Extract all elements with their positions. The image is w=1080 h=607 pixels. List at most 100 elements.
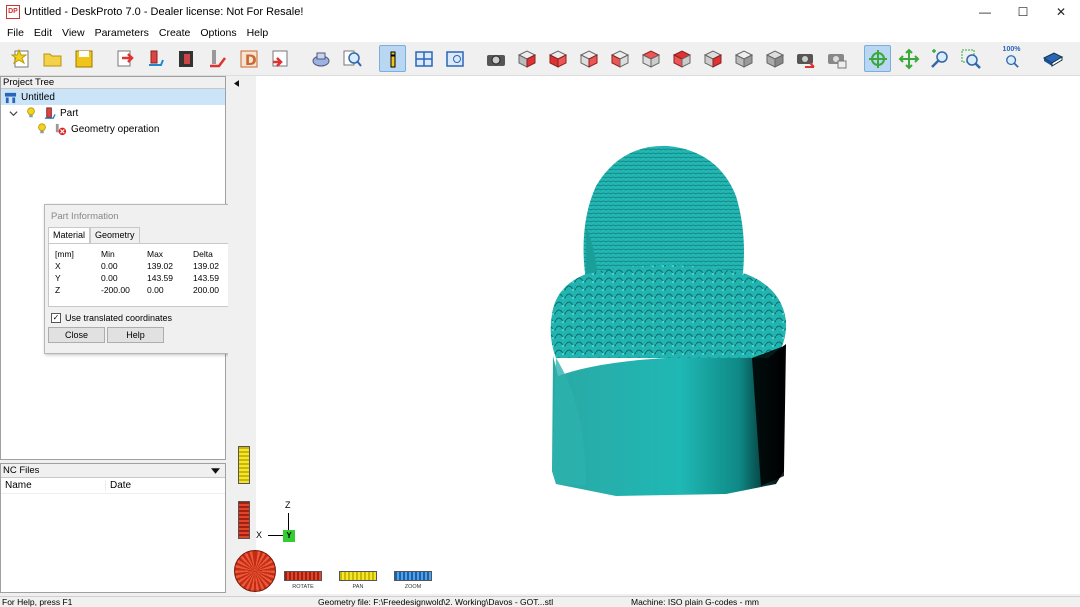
nc-files-panel: NC Files Name Date — [0, 463, 226, 593]
tab-geometry[interactable]: Geometry — [90, 227, 140, 243]
view-bottom-button[interactable] — [699, 45, 726, 72]
column-name[interactable]: Name — [1, 480, 105, 491]
app-icon[interactable]: DP — [6, 5, 20, 19]
table-cell: X — [55, 261, 61, 271]
rotate-control[interactable] — [284, 571, 322, 581]
help-dialog-button[interactable]: Help — [107, 327, 164, 343]
rotate-mode-button[interactable] — [864, 45, 891, 72]
cube-back-icon — [579, 49, 598, 68]
cube-top-icon — [672, 49, 691, 68]
3d-viewport[interactable]: Z X Y — [234, 76, 1080, 594]
table-cell: 139.02 — [147, 261, 173, 271]
model-base — [552, 344, 786, 496]
menu-file[interactable]: File — [2, 27, 29, 39]
cube-grey-icon — [734, 49, 753, 68]
translated-coordinates-option[interactable]: ✓ Use translated coordinates — [51, 313, 245, 323]
table-cell: Z — [55, 285, 61, 295]
cube-flat-icon — [765, 49, 784, 68]
restore-view-button[interactable] — [823, 45, 850, 72]
status-help: For Help, press F1 — [2, 597, 73, 607]
axis-indicator: Z X Y — [256, 500, 306, 546]
write-nc-button[interactable] — [266, 45, 293, 72]
tree-item-project-label: Untitled — [21, 91, 55, 103]
zoom-mode-button[interactable] — [926, 45, 953, 72]
view-right-button[interactable] — [637, 45, 664, 72]
view-solid-button[interactable] — [730, 45, 757, 72]
axis-x-label: X — [256, 530, 263, 540]
close-dialog-button[interactable]: Close — [48, 327, 105, 343]
collapse-arrow-icon[interactable] — [234, 80, 239, 87]
new-star-icon — [10, 48, 28, 67]
table-header: Min — [101, 249, 115, 259]
column-date[interactable]: Date — [105, 480, 131, 491]
close-button[interactable]: ✕ — [1042, 0, 1080, 24]
preview-button[interactable] — [338, 45, 365, 72]
axis-y-box: Y — [283, 530, 295, 542]
view-left-button[interactable] — [606, 45, 633, 72]
menu-parameters[interactable]: Parameters — [90, 27, 154, 39]
vertical-controls — [228, 76, 256, 594]
part-icon — [42, 106, 56, 120]
lightbulb-icon[interactable] — [35, 122, 49, 136]
zoom-window-button[interactable] — [957, 45, 984, 72]
axis-z-label: Z — [285, 500, 291, 510]
part-parameters-button[interactable] — [142, 45, 169, 72]
open-project-button[interactable] — [39, 45, 66, 72]
rotate-dial[interactable] — [234, 550, 276, 592]
save-view-button[interactable] — [792, 45, 819, 72]
view-iso-button[interactable] — [513, 45, 540, 72]
table-cell: Y — [55, 273, 61, 283]
menu-edit[interactable]: Edit — [29, 27, 57, 39]
screen-button[interactable] — [441, 45, 468, 72]
import-geometry-button[interactable] — [111, 45, 138, 72]
layout-button[interactable] — [410, 45, 437, 72]
camera-save-icon — [796, 53, 815, 68]
translated-coordinates-checkbox[interactable]: ✓ — [51, 313, 61, 323]
minimize-button[interactable]: — — [966, 0, 1004, 24]
zoom-100-button[interactable]: 100% — [998, 45, 1025, 72]
tree-item-part[interactable]: Part — [1, 105, 225, 121]
decor-button[interactable]: D — [235, 45, 262, 72]
zoom-control[interactable] — [394, 571, 432, 581]
menu-view[interactable]: View — [57, 27, 90, 39]
info-icon — [390, 51, 395, 67]
yellow-slider[interactable] — [238, 446, 250, 484]
magnifier-icon — [343, 50, 362, 67]
save-project-button[interactable] — [70, 45, 97, 72]
tree-item-project[interactable]: Untitled — [1, 89, 225, 105]
view-flat-button[interactable] — [761, 45, 788, 72]
menu-options[interactable]: Options — [195, 27, 241, 39]
operation-button[interactable] — [204, 45, 231, 72]
open-folder-icon — [43, 53, 61, 66]
model-collar — [550, 265, 787, 358]
tree-item-operation[interactable]: Geometry operation — [1, 121, 225, 137]
view-top-button[interactable] — [668, 45, 695, 72]
new-project-button[interactable] — [8, 45, 35, 72]
bitmap-button[interactable] — [173, 45, 200, 72]
menu-create[interactable]: Create — [154, 27, 196, 39]
menu-help[interactable]: Help — [242, 27, 274, 39]
simulation-button[interactable] — [307, 45, 334, 72]
camera-restore-icon — [827, 53, 846, 68]
operation-error-icon — [53, 122, 67, 136]
axis-z-line — [288, 513, 289, 531]
operation-icon — [209, 49, 226, 67]
help-book-button[interactable] — [1039, 45, 1066, 72]
cube-bottom-icon — [703, 49, 722, 68]
part-info-button[interactable] — [379, 45, 406, 72]
chevron-down-icon[interactable] — [6, 106, 20, 120]
part-icon — [148, 50, 164, 66]
camera-view-button[interactable] — [482, 45, 509, 72]
view-back-button[interactable] — [575, 45, 602, 72]
pan-control[interactable] — [339, 571, 377, 581]
maximize-button[interactable]: ☐ — [1004, 0, 1042, 24]
main-toolbar: D 100% — [0, 42, 1080, 76]
table-cell: 0.00 — [101, 261, 118, 271]
dimensions-table: [mm] Min Max Delta X 0.00 139.02 139.02 … — [48, 243, 242, 307]
pan-mode-button[interactable] — [895, 45, 922, 72]
red-slider[interactable] — [238, 501, 250, 539]
dropdown-triangle-icon[interactable] — [211, 467, 220, 474]
lightbulb-icon[interactable] — [24, 106, 38, 120]
tab-material[interactable]: Material — [48, 227, 91, 243]
view-front-button[interactable] — [544, 45, 571, 72]
